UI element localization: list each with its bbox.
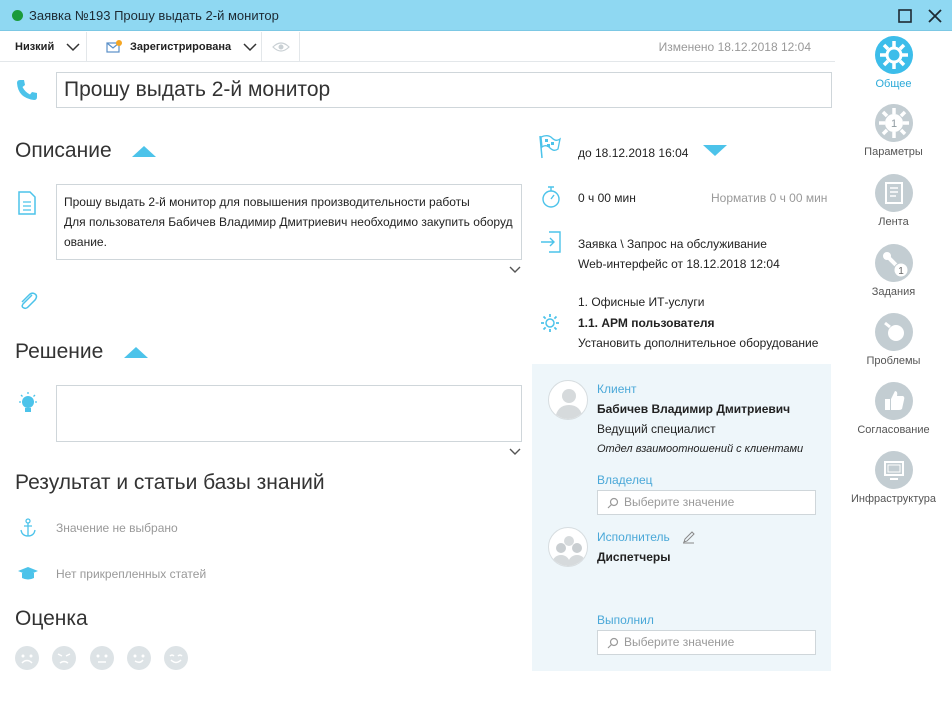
description-line: Для пользователя Бабичев Владимир Дмитри… bbox=[64, 215, 513, 229]
description-line: ование. bbox=[64, 235, 107, 249]
sign-in-icon bbox=[541, 231, 561, 253]
expand-chevron-icon[interactable] bbox=[509, 448, 521, 456]
request-source: Web-интерфейс от 18.12.2018 12:04 bbox=[578, 257, 780, 271]
solution-textarea[interactable] bbox=[56, 385, 522, 442]
owner-select[interactable]: Выберите значение bbox=[597, 490, 816, 515]
status-dot-icon bbox=[12, 10, 23, 21]
deadline-expand-button[interactable] bbox=[703, 145, 727, 156]
client-avatar[interactable] bbox=[548, 380, 588, 420]
parameters-gear-icon: 1 bbox=[874, 104, 913, 142]
time-spent-value: 0 ч 00 мин bbox=[578, 191, 636, 205]
sidebar-item-label: Лента bbox=[878, 216, 909, 228]
sidebar-item-parameters[interactable]: 1 Параметры bbox=[835, 104, 952, 158]
sidebar-item-label: Общее bbox=[875, 78, 912, 90]
stopwatch-icon bbox=[542, 186, 560, 208]
sidebar-item-label: Задания bbox=[871, 286, 916, 298]
client-position: Ведущий специалист bbox=[597, 422, 716, 436]
client-department: Отдел взаимоотношений с клиентами bbox=[597, 443, 804, 455]
description-collapse-button[interactable] bbox=[132, 146, 156, 157]
envelope-icon bbox=[106, 40, 122, 53]
status-select[interactable]: Зарегистрирована bbox=[106, 32, 257, 62]
rating-title: Оценка bbox=[15, 607, 88, 630]
rating-very-bad-icon[interactable] bbox=[15, 646, 39, 670]
sidebar-item-approval[interactable]: Согласование bbox=[835, 382, 952, 436]
sidebar-item-label: Согласование bbox=[857, 424, 930, 436]
watch-button[interactable] bbox=[272, 32, 290, 62]
paperclip-icon[interactable] bbox=[17, 290, 39, 312]
close-button[interactable] bbox=[926, 7, 944, 25]
solution-collapse-button[interactable] bbox=[124, 347, 148, 358]
client-label: Клиент bbox=[597, 382, 637, 396]
search-icon bbox=[607, 637, 619, 649]
owner-label: Владелец bbox=[597, 473, 653, 487]
priority-select[interactable]: Низкий bbox=[15, 32, 80, 62]
window-titlebar: Заявка №193 Прошу выдать 2-й монитор bbox=[0, 0, 952, 31]
changed-timestamp: Изменено 18.12.2018 12:04 bbox=[658, 40, 811, 54]
finish-flag-icon bbox=[539, 135, 561, 159]
sidebar-item-feed[interactable]: Лента bbox=[835, 174, 952, 228]
priority-label: Низкий bbox=[15, 41, 55, 53]
owner-placeholder: Выберите значение bbox=[624, 495, 735, 509]
request-type: Заявка \ Запрос на обслуживание bbox=[578, 237, 767, 251]
executor-avatar[interactable] bbox=[548, 527, 588, 567]
document-icon bbox=[18, 191, 36, 215]
phone-icon[interactable] bbox=[15, 78, 39, 102]
executor-value[interactable]: Диспетчеры bbox=[597, 550, 670, 564]
service-gear-icon bbox=[541, 314, 559, 332]
graduation-cap-icon bbox=[18, 567, 38, 580]
tasks-badge: 1 bbox=[898, 266, 904, 277]
wrench-icon: 1 bbox=[874, 244, 913, 282]
parameters-badge: 1 bbox=[890, 118, 896, 130]
rating-very-good-icon[interactable] bbox=[164, 646, 188, 670]
gear-icon bbox=[874, 36, 913, 74]
executor-label: Исполнитель bbox=[597, 530, 670, 544]
chevron-down-icon bbox=[243, 42, 257, 51]
result-value[interactable]: Значение не выбрано bbox=[56, 521, 178, 535]
rating-neutral-icon[interactable] bbox=[90, 646, 114, 670]
client-name[interactable]: Бабичев Владимир Дмитриевич bbox=[597, 402, 790, 416]
search-icon bbox=[607, 497, 619, 509]
eye-icon bbox=[272, 42, 290, 52]
anchor-icon bbox=[20, 518, 36, 537]
norm-value: Норматив 0 ч 00 мин bbox=[711, 191, 828, 205]
sidebar-item-infrastructure[interactable]: Инфраструктура bbox=[835, 451, 952, 505]
right-sidebar: Общее 1 Параметры Лента 1 Задания Пробле… bbox=[835, 32, 952, 709]
thumbs-up-icon bbox=[874, 382, 913, 420]
sidebar-item-tasks[interactable]: 1 Задания bbox=[835, 244, 952, 298]
expand-chevron-icon[interactable] bbox=[509, 266, 521, 274]
service-level2: 1.1. АРМ пользователя bbox=[578, 316, 715, 330]
completed-label: Выполнил bbox=[597, 613, 654, 627]
completed-select[interactable]: Выберите значение bbox=[597, 630, 816, 655]
sidebar-item-label: Параметры bbox=[864, 146, 923, 158]
articles-value[interactable]: Нет прикрепленных статей bbox=[56, 567, 206, 581]
description-textarea[interactable]: Прошу выдать 2-й монитор для повышения п… bbox=[56, 184, 522, 260]
problem-icon bbox=[874, 313, 913, 351]
description-line: Прошу выдать 2-й монитор для повышения п… bbox=[64, 195, 470, 209]
rating-bad-icon[interactable] bbox=[52, 646, 76, 670]
notebook-icon bbox=[874, 174, 913, 212]
edit-pencil-icon[interactable] bbox=[682, 531, 695, 544]
service-level1: 1. Офисные ИТ-услуги bbox=[578, 295, 705, 309]
window-title: Заявка №193 Прошу выдать 2-й монитор bbox=[29, 8, 279, 23]
status-label: Зарегистрирована bbox=[130, 41, 232, 53]
monitor-icon bbox=[874, 451, 913, 489]
chevron-down-icon bbox=[66, 42, 80, 51]
rating-good-icon[interactable] bbox=[127, 646, 151, 670]
knowledge-title: Результат и статьи базы знаний bbox=[15, 471, 325, 494]
completed-placeholder: Выберите значение bbox=[624, 635, 735, 649]
toolbar: Низкий Зарегистрирована Изменено 18.12.2… bbox=[0, 32, 835, 62]
sidebar-item-label: Проблемы bbox=[866, 355, 921, 367]
subject-input[interactable]: Прошу выдать 2-й монитор bbox=[56, 72, 832, 108]
sidebar-item-problems[interactable]: Проблемы bbox=[835, 313, 952, 367]
description-title: Описание bbox=[15, 139, 112, 162]
maximize-button[interactable] bbox=[896, 7, 914, 25]
sidebar-item-general[interactable]: Общее bbox=[835, 36, 952, 90]
service-level3: Установить дополнительное оборудование bbox=[578, 336, 819, 350]
sidebar-item-label: Инфраструктура bbox=[850, 493, 936, 505]
solution-title: Решение bbox=[15, 340, 104, 363]
lightbulb-icon bbox=[19, 392, 37, 412]
deadline-value: до 18.12.2018 16:04 bbox=[578, 146, 689, 160]
